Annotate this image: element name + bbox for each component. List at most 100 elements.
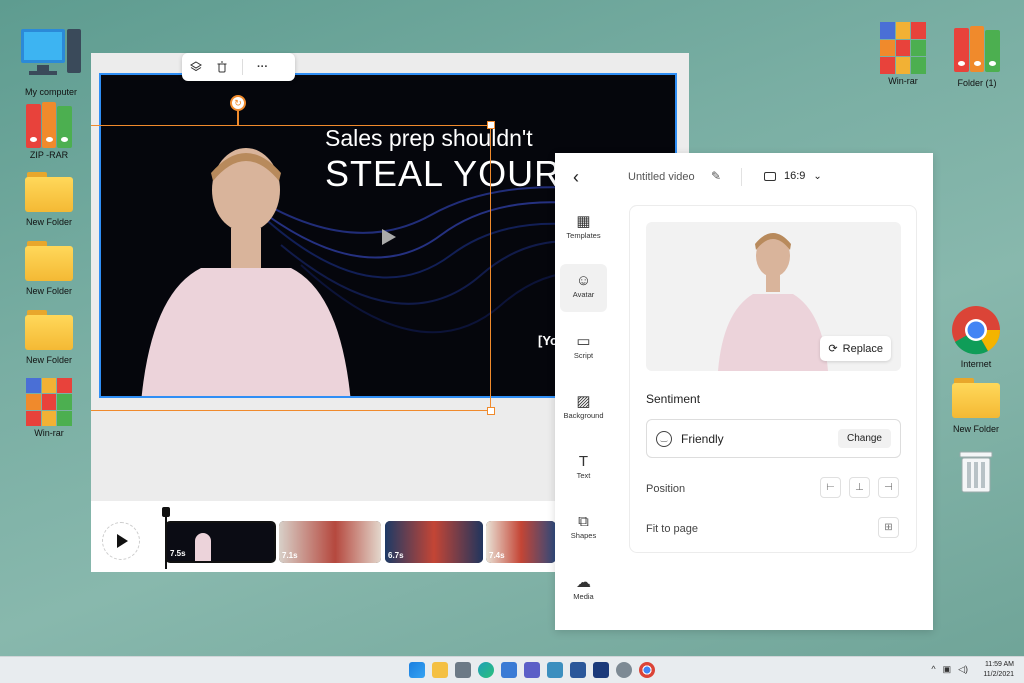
background-icon: ▨	[576, 393, 591, 410]
rotate-connector	[237, 111, 239, 126]
replace-label: Replace	[842, 342, 883, 355]
fit-to-page-label: Fit to page	[646, 523, 698, 535]
pencil-icon[interactable]: ✎	[711, 169, 721, 183]
desktop-icon-zip-rar[interactable]: ZIP -RAR	[14, 102, 84, 160]
align-right-icon[interactable]: ⊣	[878, 477, 899, 498]
clip-duration: 7.5s	[170, 549, 186, 558]
nav-background[interactable]: ▨ Background	[560, 385, 607, 433]
nav-label: Media	[573, 592, 594, 601]
rotate-handle[interactable]: ↻	[230, 95, 246, 111]
nav-label: Shapes	[570, 531, 597, 540]
desktop-icon-label: New Folder	[25, 217, 72, 227]
sentiment-value: Friendly	[681, 431, 724, 446]
nav-shapes[interactable]: ⧉ Shapes	[560, 505, 607, 553]
edge-icon[interactable]	[478, 662, 494, 678]
file-explorer-icon[interactable]	[432, 662, 448, 678]
nav-label: Avatar	[572, 290, 595, 299]
more-options-button[interactable]: ···	[257, 61, 268, 73]
clock[interactable]: 11:59 AM 11/2/2021	[983, 660, 1014, 680]
layers-icon[interactable]	[190, 61, 202, 73]
store-icon[interactable]	[501, 662, 517, 678]
clock-time: 11:59 AM	[984, 661, 1014, 668]
network-icon[interactable]: ▣	[943, 664, 952, 675]
desktop-icon-new-folder-right[interactable]: New Folder	[941, 378, 1011, 434]
nav-text[interactable]: T Text	[560, 445, 607, 493]
camera-icon[interactable]	[455, 662, 471, 678]
volume-icon[interactable]: ◁)	[958, 664, 968, 675]
app-icon[interactable]	[547, 662, 563, 678]
script-icon: ▭	[576, 333, 591, 350]
settings-icon[interactable]	[616, 662, 632, 678]
chevron-up-icon[interactable]: ^	[931, 664, 935, 675]
folder-icon	[952, 378, 1000, 418]
replace-button[interactable]: ⟳ Replace	[820, 336, 891, 361]
nav-label: Templates	[566, 231, 601, 240]
toolbar-separator	[242, 59, 243, 75]
nav-media[interactable]: ☁ Media	[560, 566, 607, 614]
taskbar-icons	[409, 662, 655, 678]
desktop-icon-folder-1[interactable]: Folder (1)	[942, 26, 1012, 88]
desktop-icon-my-computer[interactable]: My computer	[16, 27, 86, 97]
smile-icon: ‿	[656, 430, 672, 447]
timeline-clip[interactable]: 7.5s	[165, 521, 276, 563]
avatar-preview-figure	[718, 233, 828, 371]
desktop-icon-internet[interactable]: Internet	[941, 305, 1011, 369]
canvas-play-icon[interactable]	[382, 229, 396, 245]
change-button[interactable]: Change	[837, 429, 891, 448]
clip-duration: 7.1s	[282, 551, 298, 560]
start-icon[interactable]	[409, 662, 425, 678]
desktop-icon-label: New Folder	[25, 286, 72, 296]
nav-templates[interactable]: ▦ Templates	[560, 205, 607, 253]
timeline-clip[interactable]: 6.7s	[385, 521, 483, 563]
desktop-icon-win-rar[interactable]: Win-rar	[14, 378, 84, 438]
system-tray: ^ ▣ ◁)	[931, 664, 968, 675]
desktop-icon-win-rar-right[interactable]: Win-rar	[868, 22, 938, 86]
canvas-headline-line2: STEAL YOUR	[325, 153, 562, 194]
desktop-icon-label: My computer	[24, 87, 77, 97]
desktop-icon-label: Win-rar	[888, 76, 918, 86]
aspect-ratio-select[interactable]: 16:9 ⌄	[764, 170, 822, 182]
trash-icon[interactable]	[216, 61, 228, 73]
desktop-icon-label: New Folder	[952, 424, 999, 434]
nav-script[interactable]: ▭ Script	[560, 325, 607, 373]
binder-icon	[26, 102, 73, 148]
canvas-headline-line1: Sales prep shouldn't	[325, 125, 533, 151]
resize-handle[interactable]	[487, 407, 495, 415]
chrome-icon	[952, 306, 1001, 355]
templates-icon: ▦	[576, 213, 591, 230]
active-app-icon[interactable]	[593, 662, 609, 678]
desktop-icon-recycle-bin[interactable]	[941, 450, 1011, 496]
sentiment-selector[interactable]: ‿ Friendly Change	[646, 419, 901, 458]
taskbar: ^ ▣ ◁) 11:59 AM 11/2/2021	[0, 656, 1024, 683]
text-icon: T	[578, 453, 589, 470]
floating-toolbar: ···	[182, 53, 295, 81]
folder-icon	[25, 241, 73, 281]
fit-to-page-icon[interactable]: ⊞	[878, 517, 899, 538]
shapes-icon: ⧉	[578, 513, 589, 530]
nav-avatar[interactable]: ☺ Avatar	[560, 264, 607, 312]
desktop-icon-label: New Folder	[25, 355, 72, 365]
play-button[interactable]	[102, 522, 140, 560]
clip-duration: 6.7s	[388, 551, 404, 560]
desktop-icon-new-folder-3[interactable]: New Folder	[14, 310, 84, 365]
word-icon[interactable]	[570, 662, 586, 678]
timeline-clip[interactable]: 7.1s	[279, 521, 381, 563]
timeline-clip[interactable]: 7.4s	[486, 521, 556, 563]
avatar-card: ⟳ Replace Sentiment ‿ Friendly Change Po…	[629, 205, 917, 553]
avatar-preview: ⟳ Replace	[646, 222, 901, 371]
desktop-icon-label: Internet	[960, 359, 992, 369]
winrar-icon	[26, 378, 72, 426]
align-center-icon[interactable]: ⊥	[849, 477, 870, 498]
desktop-icon-new-folder-1[interactable]: New Folder	[14, 172, 84, 227]
aspect-ratio-icon	[764, 171, 776, 181]
chevron-down-icon: ⌄	[813, 170, 822, 182]
align-left-icon[interactable]: ⊢	[820, 477, 841, 498]
media-icon: ☁	[576, 574, 591, 591]
teams-icon[interactable]	[524, 662, 540, 678]
folder-icon	[25, 172, 73, 212]
chrome-taskbar-icon[interactable]	[639, 662, 655, 678]
resize-handle[interactable]	[487, 121, 495, 129]
video-title[interactable]: Untitled video	[628, 171, 695, 183]
chevron-left-icon[interactable]: ‹	[573, 167, 579, 188]
desktop-icon-new-folder-2[interactable]: New Folder	[14, 241, 84, 296]
